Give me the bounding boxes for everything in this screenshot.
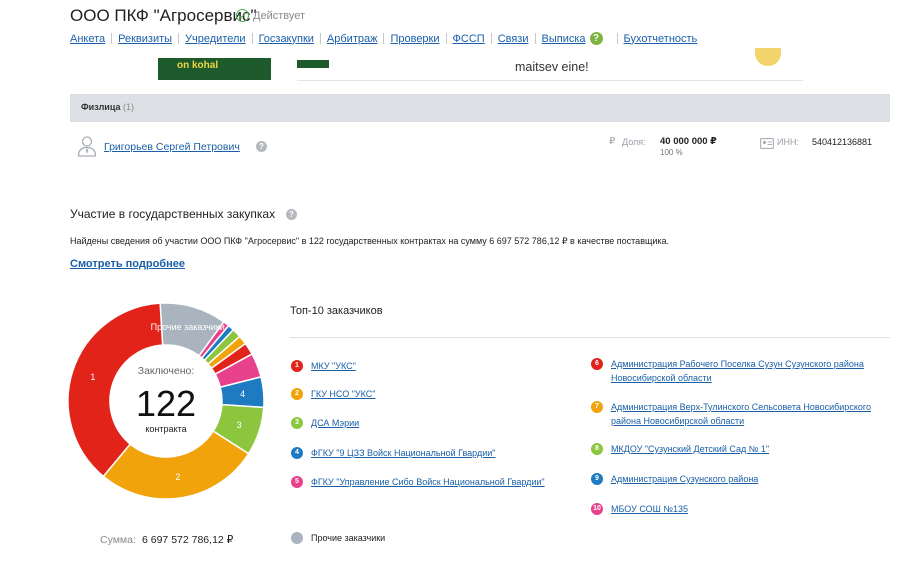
status-indicator: Действует — [236, 9, 305, 22]
donut-slice-label: 3 — [237, 420, 242, 430]
customer-item-others: Прочие заказчики — [291, 531, 385, 545]
customer-link[interactable]: Администрация Верх-Тулинского Сельсовета… — [611, 400, 891, 428]
individuals-header: Физлица (1) — [70, 94, 890, 122]
divider — [297, 80, 803, 81]
customer-item: 1 МКУ "УКС" — [291, 359, 356, 373]
customer-item: 2 ГКУ НСО "УКС" — [291, 387, 376, 401]
customer-badge: 7 — [591, 401, 603, 413]
customer-link[interactable]: МКДОУ "Сузунский Детский Сад № 1" — [611, 442, 769, 456]
customer-item: 6 Администрация Рабочего Поселка Сузун С… — [591, 357, 891, 385]
customer-item: 5 ФГКУ "Управление Сибо Войск Национальн… — [291, 475, 545, 489]
section-nav: Анкета Реквизиты Учредители Госзакупки А… — [70, 32, 697, 45]
customer-badge: 4 — [291, 447, 303, 459]
individuals-title: Физлица — [81, 102, 121, 112]
customer-item: 3 ДСА Мэрии — [291, 416, 359, 430]
donut-label-top: Заключено: — [138, 365, 195, 377]
ad-banner-shape — [755, 48, 781, 66]
ad-banner-text: maitsev eine! — [515, 60, 589, 74]
top-customers-title: Топ-10 заказчиков — [290, 305, 383, 317]
customer-link[interactable]: ГКУ НСО "УКС" — [311, 387, 376, 401]
total-label: Сумма: — [100, 534, 136, 546]
customer-link[interactable]: ДСА Мэрии — [311, 416, 359, 430]
customer-item: 8 МКДОУ "Сузунский Детский Сад № 1" — [591, 442, 891, 456]
customer-link[interactable]: Администрация Сузунского района — [611, 472, 758, 486]
help-icon[interactable]: ? — [286, 209, 297, 220]
customers-donut-chart: Прочие заказчики 4 3 2 1 Заключено: 122 конт… — [67, 302, 265, 500]
share-value: 40 000 000 ₽ — [660, 136, 717, 147]
status-text: Действует — [253, 9, 306, 22]
others-badge — [291, 532, 303, 544]
nav-rekvizity[interactable]: Реквизиты — [118, 33, 172, 45]
customer-link[interactable]: МКУ "УКС" — [311, 359, 356, 373]
customer-link[interactable]: ФГКУ "Управление Сибо Войск Национальной… — [311, 475, 545, 489]
nav-proverki[interactable]: Проверки — [390, 33, 439, 45]
customer-link[interactable]: Администрация Рабочего Поселка Сузун Суз… — [611, 357, 891, 385]
customer-badge: 9 — [591, 473, 603, 485]
ad-banner-logo — [297, 60, 329, 68]
help-icon[interactable]: ? — [256, 141, 267, 152]
nav-goszakupki[interactable]: Госзакупки — [259, 33, 314, 45]
customer-link[interactable]: МБОУ СОШ №135 — [611, 502, 688, 516]
ad-banner-image[interactable]: on kohal — [158, 58, 271, 80]
donut-slice-label: Прочие заказчики — [151, 322, 225, 332]
customer-badge: 10 — [591, 503, 603, 515]
nav-uchrediteli[interactable]: Учредители — [185, 33, 246, 45]
inn-value: 540412136881 — [812, 137, 873, 147]
nav-anketa[interactable]: Анкета — [70, 33, 105, 45]
nav-arbitrazh[interactable]: Арбитраж — [327, 33, 378, 45]
donut-count: 122 — [136, 383, 196, 424]
customer-badge: 8 — [591, 443, 603, 455]
share-label: Доля: — [622, 137, 646, 147]
customer-badge: 5 — [291, 476, 303, 488]
customer-item: 9 Администрация Сузунского района — [591, 472, 891, 486]
customer-link[interactable]: ФГКУ "9 ЦЗЗ Войск Национальной Гвардии" — [311, 446, 495, 460]
total-value: 6 697 572 786,12 ₽ — [142, 534, 234, 546]
check-circle-icon — [236, 9, 249, 22]
nav-buhotchetnost[interactable]: Бухотчетность — [624, 33, 698, 45]
customer-item: 4 ФГКУ "9 ЦЗЗ Войск Национальной Гвардии… — [291, 446, 495, 460]
customer-badge: 2 — [291, 388, 303, 400]
share-percent: 100 % — [660, 148, 683, 157]
nav-svyazi[interactable]: Связи — [498, 33, 529, 45]
customer-badge: 1 — [291, 360, 303, 372]
procurement-description: Найдены сведения об участии ООО ПКФ "Агр… — [70, 236, 670, 246]
divider — [290, 337, 890, 338]
person-icon — [77, 135, 97, 162]
id-card-icon — [760, 136, 774, 154]
donut-slice-label: 1 — [90, 372, 95, 382]
customer-item: 7 Администрация Верх-Тулинского Сельсове… — [591, 400, 891, 428]
inn-label: ИНН: — [777, 137, 799, 147]
procurement-title: Участие в государственных закупках — [70, 207, 276, 221]
person-name-link[interactable]: Григорьев Сергей Петрович — [104, 141, 240, 153]
customer-badge: 6 — [591, 358, 603, 370]
nav-fssp[interactable]: ФССП — [453, 33, 485, 45]
customer-badge: 3 — [291, 417, 303, 429]
see-more-link[interactable]: Смотреть подробнее — [70, 258, 185, 270]
ruble-icon: ₽ — [609, 136, 616, 147]
help-icon[interactable]: ? — [589, 32, 603, 45]
donut-slice-label: 2 — [175, 472, 180, 482]
customer-item: 10 МБОУ СОШ №135 — [591, 502, 891, 516]
others-label: Прочие заказчики — [311, 533, 386, 543]
donut-label-bottom: контракта — [145, 424, 186, 434]
donut-slice-label: 4 — [240, 389, 245, 399]
nav-vypiska[interactable]: Выписка — [542, 33, 586, 45]
individuals-count: (1) — [122, 102, 134, 112]
company-title: ООО ПКФ "Агросервис" — [70, 6, 257, 25]
